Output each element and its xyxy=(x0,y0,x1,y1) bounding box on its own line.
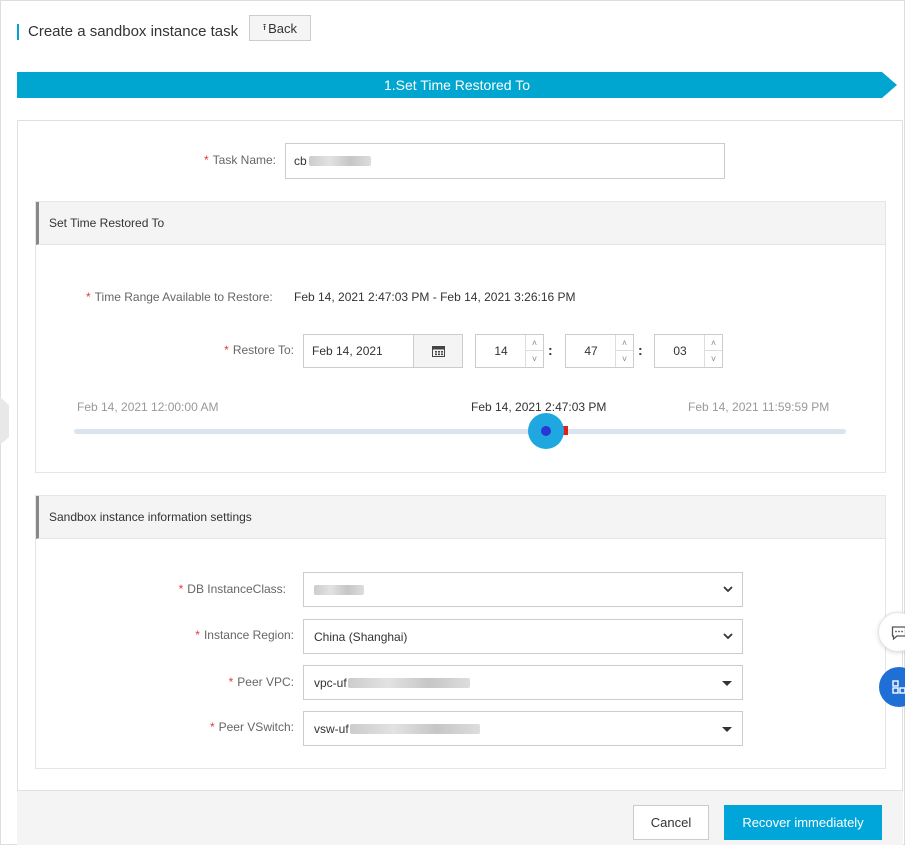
apps-grid-icon xyxy=(892,680,905,694)
chat-icon xyxy=(891,626,905,641)
chevron-down-icon xyxy=(723,633,733,640)
second-stepper[interactable]: 03 ˄ ˅ xyxy=(654,334,723,368)
recover-immediately-button[interactable]: Recover immediately xyxy=(724,805,882,840)
time-panel-header: Set Time Restored To xyxy=(36,202,885,245)
step-label: 1.Set Time Restored To xyxy=(383,77,531,93)
time-separator: : xyxy=(548,342,553,358)
chevron-up-icon[interactable]: ˄ xyxy=(705,335,722,351)
chevron-down-icon[interactable]: ˅ xyxy=(705,351,722,367)
page-title: Create a sandbox instance task xyxy=(28,23,239,40)
restore-to-label: * Restore To: xyxy=(224,343,294,357)
second-value: 03 xyxy=(673,344,687,358)
caret-down-icon xyxy=(722,681,732,686)
chevron-up-icon[interactable]: ˄ xyxy=(526,335,543,351)
task-name-input[interactable]: cb xyxy=(285,143,725,179)
instance-class-label: * DB InstanceClass: xyxy=(178,582,286,596)
side-collapse-tab[interactable] xyxy=(0,397,9,445)
chevron-down-icon xyxy=(723,586,733,593)
time-slider-handle[interactable] xyxy=(528,413,564,449)
required-asterisk: * xyxy=(203,153,209,167)
back-button[interactable]: ⭱ Back xyxy=(249,15,311,41)
minute-stepper[interactable]: 47 ˄ ˅ xyxy=(565,334,634,368)
peer-vpc-label: * Peer VPC: xyxy=(228,675,294,689)
redacted-text xyxy=(308,156,371,166)
redacted-text xyxy=(349,723,480,734)
time-separator: : xyxy=(638,342,643,358)
chevron-down-icon[interactable]: ˅ xyxy=(526,351,543,367)
back-button-label: Back xyxy=(268,20,298,36)
hour-value: 14 xyxy=(494,344,508,358)
slider-current-label: Feb 14, 2021 2:47:03 PM xyxy=(471,400,607,414)
slider-end-label: Feb 14, 2021 11:59:59 PM xyxy=(688,400,830,414)
restore-date-input[interactable]: Feb 14, 2021 xyxy=(303,334,414,368)
instance-region-label: * Instance Region: xyxy=(195,628,294,642)
chevron-up-icon[interactable]: ˄ xyxy=(616,335,633,351)
step-banner: 1.Set Time Restored To xyxy=(17,72,897,98)
time-range-label: * Time Range Available to Restore: xyxy=(86,290,273,304)
hour-stepper[interactable]: 14 ˄ ˅ xyxy=(475,334,544,368)
title-accent-bar xyxy=(17,24,19,40)
redacted-text xyxy=(347,677,470,688)
time-slider-track[interactable] xyxy=(74,429,846,434)
caret-down-icon xyxy=(722,727,732,732)
calendar-icon xyxy=(431,346,445,357)
calendar-button[interactable] xyxy=(413,334,463,368)
sandbox-panel-header: Sandbox instance information settings xyxy=(36,496,885,539)
peer-vswitch-label: * Peer VSwitch: xyxy=(209,720,294,734)
peer-vswitch-select[interactable]: vsw-uf xyxy=(303,711,743,746)
instance-region-select[interactable]: China (Shanghai) xyxy=(303,619,743,654)
task-name-label: * Task Name: xyxy=(203,153,276,167)
upload-arrow-icon: ⭱ xyxy=(262,22,267,32)
slider-start-label: Feb 14, 2021 12:00:00 AM xyxy=(77,400,219,414)
peer-vpc-select[interactable]: vpc-uf xyxy=(303,665,743,700)
instance-class-select[interactable] xyxy=(303,572,743,607)
time-range-value: Feb 14, 2021 2:47:03 PM - Feb 14, 2021 3… xyxy=(294,290,576,304)
chevron-down-icon[interactable]: ˅ xyxy=(616,351,633,367)
cancel-button[interactable]: Cancel xyxy=(633,805,709,840)
redacted-text xyxy=(314,584,364,595)
minute-value: 47 xyxy=(584,344,598,358)
